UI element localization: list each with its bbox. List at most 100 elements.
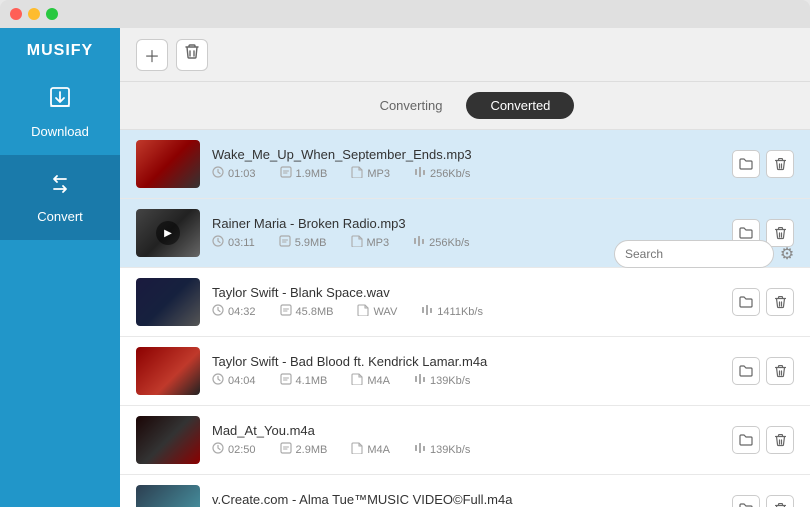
track-info: Wake_Me_Up_When_September_Ends.mp3 01:03 (212, 147, 720, 181)
add-button[interactable]: ＋ (136, 39, 168, 71)
clock-icon (212, 373, 224, 388)
track-folder-button[interactable] (732, 495, 760, 507)
trash-icon (185, 44, 199, 65)
track-bitrate: 1411Kb/s (421, 304, 483, 319)
track-row: Taylor Swift - Blank Space.wav 04:32 (120, 268, 810, 337)
clock-icon (212, 235, 224, 250)
track-info: Mad_At_You.m4a 02:50 (212, 423, 720, 457)
sidebar-item-convert-label: Convert (37, 209, 83, 224)
size-icon (280, 166, 292, 181)
track-meta: 02:50 2.9MB (212, 442, 720, 457)
toolbar: ＋ ⚙ (120, 28, 810, 82)
bitrate-icon (414, 442, 426, 457)
track-thumbnail (136, 347, 200, 395)
track-thumbnail (136, 485, 200, 507)
track-info: Taylor Swift - Blank Space.wav 04:32 (212, 285, 720, 319)
minimize-button[interactable] (28, 8, 40, 20)
maximize-button[interactable] (46, 8, 58, 20)
track-delete-button[interactable] (766, 495, 794, 507)
format-icon (357, 304, 369, 319)
track-delete-button[interactable] (766, 150, 794, 178)
track-folder-button[interactable] (732, 357, 760, 385)
main-content: ＋ ⚙ Converting Converted (120, 28, 810, 507)
track-format: M4A (351, 442, 390, 457)
track-folder-button[interactable] (732, 150, 760, 178)
track-format: MP3 (351, 166, 390, 181)
convert-icon (47, 171, 73, 203)
track-size: 2.9MB (280, 442, 328, 457)
size-icon (280, 442, 292, 457)
track-actions (732, 426, 794, 454)
bitrate-icon (414, 166, 426, 181)
track-delete-button[interactable] (766, 426, 794, 454)
track-delete-button[interactable] (766, 357, 794, 385)
search-input[interactable] (614, 240, 774, 268)
track-format: M4A (351, 373, 390, 388)
tabs-bar: Converting Converted (120, 82, 810, 130)
track-size: 1.9MB (280, 166, 328, 181)
track-meta: 04:04 4.1MB (212, 373, 720, 388)
tab-converting[interactable]: Converting (356, 92, 467, 119)
sidebar: MUSIFY Download Convert (0, 28, 120, 507)
track-info: v.Create.com - Alma Tue™MUSIC VIDEO©Full… (212, 492, 720, 507)
track-size: 5.9MB (279, 235, 327, 250)
format-icon (351, 442, 363, 457)
track-row: Mad_At_You.m4a 02:50 (120, 406, 810, 475)
format-icon (351, 235, 363, 250)
track-row: v.Create.com - Alma Tue™MUSIC VIDEO©Full… (120, 475, 810, 507)
bitrate-icon (414, 373, 426, 388)
track-delete-button[interactable] (766, 288, 794, 316)
size-icon (279, 235, 291, 250)
sidebar-item-download[interactable]: Download (0, 70, 120, 155)
download-icon (47, 86, 73, 118)
plus-icon: ＋ (144, 43, 160, 67)
size-icon (280, 304, 292, 319)
track-thumbnail (136, 278, 200, 326)
tab-converted[interactable]: Converted (466, 92, 574, 119)
track-row: Taylor Swift - Bad Blood ft. Kendrick La… (120, 337, 810, 406)
format-icon (351, 373, 363, 388)
track-thumbnail (136, 416, 200, 464)
bitrate-icon (413, 235, 425, 250)
track-duration: 01:03 (212, 166, 256, 181)
track-info: Taylor Swift - Bad Blood ft. Kendrick La… (212, 354, 720, 388)
track-meta: 04:32 45.8MB (212, 304, 720, 319)
sidebar-item-download-label: Download (31, 124, 89, 139)
bitrate-icon (421, 304, 433, 319)
track-thumbnail (136, 140, 200, 188)
track-actions (732, 288, 794, 316)
size-icon (280, 373, 292, 388)
track-name: Rainer Maria - Broken Radio.mp3 (212, 216, 720, 231)
track-name: Mad_At_You.m4a (212, 423, 720, 438)
track-size: 45.8MB (280, 304, 334, 319)
clock-icon (212, 442, 224, 457)
track-meta: 01:03 1.9MB (212, 166, 720, 181)
track-folder-button[interactable] (732, 288, 760, 316)
track-thumbnail: ▶ (136, 209, 200, 257)
track-name: Taylor Swift - Bad Blood ft. Kendrick La… (212, 354, 720, 369)
app-body: MUSIFY Download Convert (0, 28, 810, 507)
track-duration: 02:50 (212, 442, 256, 457)
track-name: Taylor Swift - Blank Space.wav (212, 285, 720, 300)
track-list: Wake_Me_Up_When_September_Ends.mp3 01:03 (120, 130, 810, 507)
play-overlay[interactable]: ▶ (156, 221, 180, 245)
close-button[interactable] (10, 8, 22, 20)
track-bitrate: 256Kb/s (414, 166, 470, 181)
track-size: 4.1MB (280, 373, 328, 388)
sidebar-item-convert[interactable]: Convert (0, 155, 120, 240)
app-logo: MUSIFY (27, 28, 93, 70)
track-duration: 03:11 (212, 235, 255, 250)
delete-button[interactable] (176, 39, 208, 71)
track-actions (732, 150, 794, 178)
track-name: Wake_Me_Up_When_September_Ends.mp3 (212, 147, 720, 162)
track-actions (732, 495, 794, 507)
track-bitrate: 139Kb/s (414, 373, 470, 388)
track-actions (732, 357, 794, 385)
gear-icon: ⚙ (780, 244, 794, 264)
settings-button[interactable]: ⚙ (776, 243, 798, 265)
title-bar (0, 0, 810, 28)
track-duration: 04:04 (212, 373, 256, 388)
track-row: Wake_Me_Up_When_September_Ends.mp3 01:03 (120, 130, 810, 199)
track-folder-button[interactable] (732, 426, 760, 454)
track-name: v.Create.com - Alma Tue™MUSIC VIDEO©Full… (212, 492, 720, 507)
